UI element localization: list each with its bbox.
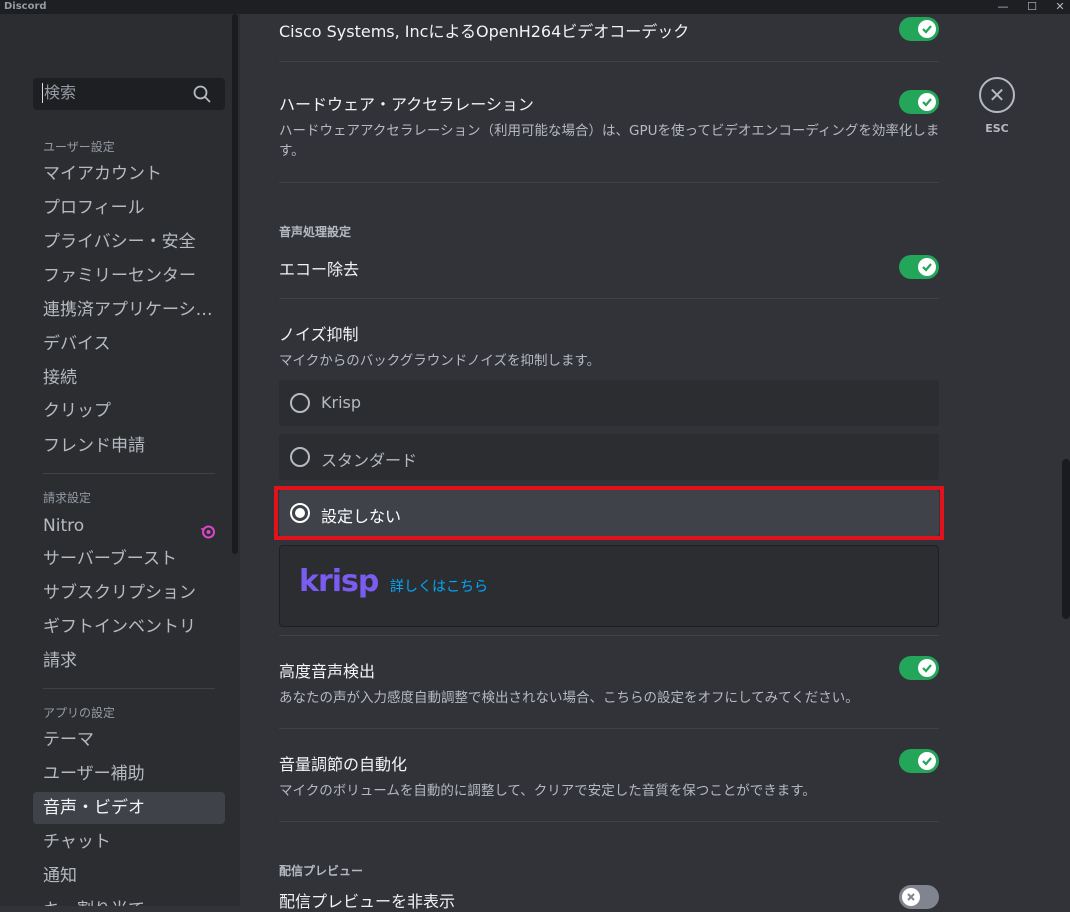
sidebar-item-billing[interactable]: 請求 [33, 645, 225, 677]
search-input[interactable]: 検索 [33, 78, 225, 110]
highlight-annotation [274, 486, 944, 540]
krisp-logo: krisp [299, 564, 379, 599]
stream-preview-heading: 配信プレビュー [279, 864, 364, 878]
sidebar-item-connections[interactable]: 接続 [33, 362, 225, 394]
section-divider [279, 298, 939, 299]
search-placeholder: 検索 [42, 83, 77, 103]
check-icon [922, 757, 932, 766]
check-icon [922, 25, 932, 34]
sidebar-item-gift-inventory[interactable]: ギフトインベントリ [33, 611, 225, 643]
content-scrollbar[interactable] [1062, 459, 1070, 619]
check-icon [922, 98, 932, 107]
sidebar-item-friend-requests[interactable]: フレンド申請 [33, 430, 225, 462]
category-app-settings: アプリの設定 [43, 706, 116, 720]
section-divider [279, 821, 939, 822]
openh264-toggle[interactable] [899, 17, 939, 41]
category-user-settings: ユーザー設定 [43, 140, 115, 154]
sidebar-item-family-center[interactable]: ファミリーセンター [33, 260, 225, 292]
echo-cancellation-toggle[interactable] [899, 255, 939, 279]
search-icon [193, 85, 211, 103]
hw-accel-description: ハードウェアアクセラレーション（利用可能な場合）は、GPUを使ってビデオエンコー… [279, 123, 940, 159]
sidebar-scrollbar[interactable] [232, 14, 238, 554]
sidebar-divider [43, 473, 215, 474]
voice-video-settings: Cisco Systems, IncによるOpenH264ビデオコーデック ハー… [240, 14, 1070, 911]
category-billing-settings: 請求設定 [43, 491, 92, 505]
sidebar-item-profile[interactable]: プロフィール [33, 192, 225, 224]
hw-accel-title: ハードウェア・アクセラレーション [279, 95, 534, 114]
maximize-button[interactable]: ☐ [1024, 0, 1040, 14]
close-window-button[interactable]: ✕ [1052, 0, 1068, 14]
learn-more-link[interactable]: 詳しくはこちら [390, 576, 488, 596]
esc-label: ESC [985, 122, 1009, 135]
section-divider [279, 635, 939, 636]
sidebar-item-nitro[interactable]: Nitro [33, 510, 225, 542]
section-divider [279, 728, 939, 729]
radio-circle [290, 393, 310, 413]
sidebar-item-accessibility[interactable]: ユーザー補助 [33, 758, 225, 790]
sidebar-item-voice-video[interactable]: 音声・ビデオ [33, 792, 225, 824]
close-settings-button[interactable]: ✕ [979, 77, 1015, 113]
noise-suppression-title: ノイズ抑制 [279, 325, 359, 344]
sidebar-item-appearance[interactable]: テーマ [33, 724, 225, 756]
sidebar-item-chat[interactable]: チャット [33, 826, 225, 858]
openh264-title: Cisco Systems, IncによるOpenH264ビデオコーデック [279, 22, 690, 41]
noise-option-standard[interactable]: スタンダード [279, 434, 939, 480]
radio-label: Krisp [321, 393, 362, 412]
app-name: Discord [4, 1, 47, 12]
hide-stream-preview-title: 配信プレビューを非表示 [279, 892, 456, 911]
close-icon: ✕ [988, 83, 1006, 107]
sidebar-item-server-boost[interactable]: サーバーブースト [33, 543, 225, 575]
minimize-button[interactable]: — [995, 0, 1011, 14]
sidebar-divider [43, 688, 215, 689]
hide-stream-preview-toggle[interactable] [899, 885, 939, 909]
krisp-info-card: krisp 詳しくはこちら [279, 545, 939, 627]
hw-accel-toggle[interactable] [899, 90, 939, 114]
settings-sidebar: 検索 ユーザー設定 マイアカウント プロフィール プライバシー・安全 ファミリー… [0, 14, 240, 906]
sidebar-item-clips[interactable]: クリップ [33, 395, 225, 427]
check-icon [922, 664, 932, 673]
noise-suppression-description: マイクからのバックグラウンドノイズを抑制します。 [279, 353, 601, 369]
advanced-voice-toggle[interactable] [899, 656, 939, 680]
advanced-voice-description: あなたの声が入力感度自動調整で検出されない場合、こちらの設定をオフにしてみてくだ… [279, 690, 859, 706]
sidebar-item-subscriptions[interactable]: サブスクリプション [33, 577, 225, 609]
auto-gain-description: マイクのボリュームを自動的に調整して、クリアで安定した音質を保つことができます。 [279, 783, 816, 799]
noise-option-krisp[interactable]: Krisp [279, 380, 939, 426]
title-bar: Discord — ☐ ✕ [0, 0, 1070, 14]
sidebar-item-my-account[interactable]: マイアカウント [33, 158, 225, 190]
sidebar-item-authorized-apps[interactable]: 連携済アプリケーショ... [33, 294, 225, 326]
audio-processing-heading: 音声処理設定 [279, 225, 352, 239]
section-divider [279, 182, 939, 183]
sidebar-item-privacy[interactable]: プライバシー・安全 [33, 226, 225, 258]
auto-gain-title: 音量調節の自動化 [279, 755, 408, 774]
auto-gain-toggle[interactable] [899, 749, 939, 773]
echo-cancellation-title: エコー除去 [279, 260, 360, 279]
advanced-voice-title: 高度音声検出 [279, 662, 376, 681]
sidebar-item-notifications[interactable]: 通知 [33, 860, 225, 892]
section-divider [279, 61, 939, 62]
check-icon [922, 263, 932, 272]
nitro-icon [201, 525, 215, 539]
radio-label: スタンダード [321, 451, 418, 470]
sidebar-item-keybinds[interactable]: キー割り当て [33, 894, 225, 906]
sidebar-item-devices[interactable]: デバイス [33, 328, 225, 360]
x-icon [907, 893, 915, 901]
radio-circle [290, 447, 310, 467]
